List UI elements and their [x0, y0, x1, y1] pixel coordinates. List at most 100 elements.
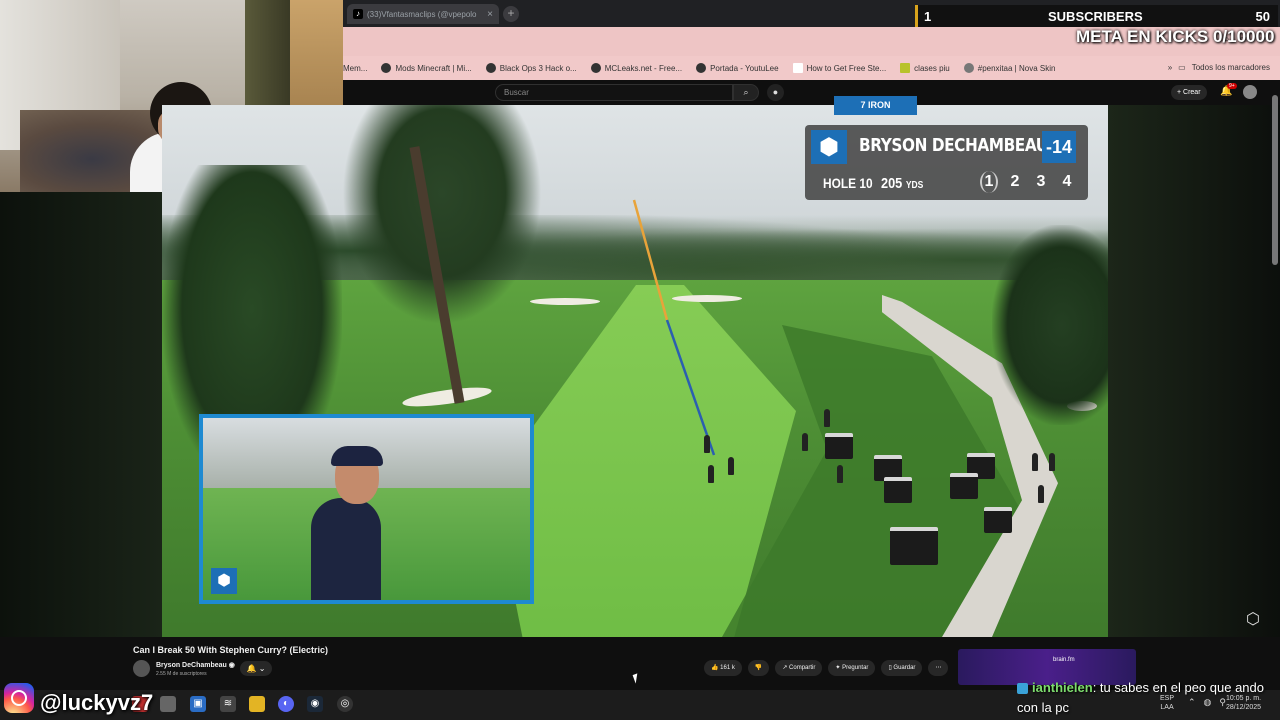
avatar[interactable] [1243, 85, 1257, 99]
discord-icon[interactable]: ◐ [278, 696, 294, 712]
more-button[interactable]: ⋯ [928, 660, 949, 676]
close-icon[interactable]: × [487, 9, 493, 20]
more-icon: ⋯ [935, 665, 942, 671]
dislike-button[interactable]: 👎 [747, 660, 770, 676]
golfer [824, 409, 830, 427]
player-inset-video: ⬢ [199, 414, 534, 604]
promo-label: brain.fm [1053, 657, 1075, 663]
bookmark-label: How to Get Free Ste... [806, 63, 887, 73]
microphone-button[interactable]: ● [767, 84, 784, 101]
golfer [728, 457, 734, 475]
golfer [704, 435, 710, 453]
subs-goal: 50 [1255, 8, 1270, 24]
golf-cart [984, 507, 1012, 533]
golfer [802, 433, 808, 451]
bookmark-item[interactable]: How to Get Free Ste... [792, 63, 887, 73]
instagram-icon [4, 683, 34, 713]
file-explorer-icon[interactable] [249, 696, 265, 712]
golf-cart [825, 433, 853, 459]
bookmark-icon [900, 63, 911, 73]
youtube-header: Buscar ⌕ ● + Crear 🔔 9+ [343, 80, 1280, 105]
bookmark-icon [485, 63, 496, 73]
hole-number: HOLE 10 [823, 175, 873, 191]
bookmark-item[interactable]: Mods Minecraft | Mi... [381, 63, 472, 73]
bookmark-label: Mem... [343, 63, 368, 73]
create-button[interactable]: + Crear [1171, 85, 1207, 100]
bookmark-item[interactable]: clases piu [900, 63, 950, 73]
video-actions: 👍 161 k 👎 ↗ Compartir ✦ Preguntar ▯ Guar… [704, 660, 949, 676]
page-right-background [1108, 105, 1280, 637]
bookmarks-folder[interactable]: » ▭ Todos los marcadores [1168, 63, 1270, 72]
bookmark-item[interactable]: Black Ops 3 Hack o... [485, 63, 577, 73]
subscription-bell-button[interactable]: 🔔 ⌄ [240, 661, 272, 676]
chrome-icon[interactable]: ◎ [337, 696, 353, 712]
yardage-value: 205 [881, 175, 903, 192]
share-label: Compartir [789, 665, 816, 671]
golf-cart [950, 473, 978, 499]
yardage-unit: YDS [905, 180, 924, 191]
player-score: -14 [1042, 131, 1076, 163]
thumbs-down-icon: 👎 [754, 665, 763, 671]
hole-yardage: 205 YDS [881, 175, 923, 192]
bookmark-icon: ▯ [888, 665, 892, 671]
app-icon[interactable] [160, 696, 176, 712]
bookmark-item[interactable]: Mem... [343, 64, 367, 73]
tab-title: (33)Vfantasmaclips (@vpepolo [367, 9, 477, 19]
share-icon: ↗ [782, 665, 788, 671]
shot-counter: 1 2 3 4 [980, 171, 1076, 193]
video-player[interactable]: ⬢ BRYSON DECHAMBEAU -14 HOLE 10 205 YDS … [162, 105, 1108, 637]
bookmark-label: clases piu [914, 63, 950, 73]
bookmark-item[interactable]: MCLeaks.net - Free... [590, 63, 682, 73]
golfer [1038, 485, 1044, 503]
social-handle: @luckyvz7 [40, 690, 154, 715]
shot-number: 3 [1036, 173, 1046, 190]
chat-message: ianthielen: tu sabes en el peo que ando … [1017, 678, 1279, 718]
search-icon: ⌕ [743, 87, 749, 97]
share-button[interactable]: ↗ Compartir [775, 660, 823, 676]
shot-number: 2 [1010, 173, 1020, 190]
store-icon[interactable]: ▣ [190, 696, 206, 712]
screen: ♪ (33)Vfantasmaclips (@vpepolo × + ⌕ ▭ ☆… [0, 0, 1280, 720]
search-button[interactable]: ⌕ [733, 84, 759, 101]
player-name: BRYSON DECHAMBEAU [859, 135, 1048, 156]
shot-number: 4 [1062, 173, 1072, 190]
channel-name[interactable]: Bryson DeChambeau ◉ [156, 661, 235, 669]
bookmark-icon [792, 63, 803, 73]
bookmark-item[interactable]: Portada - YoutuLee [696, 63, 779, 73]
kicks-goal-text: META EN KICKS 0/10000 [1076, 27, 1275, 46]
chat-username: ianthielen [1032, 680, 1093, 695]
channel-avatar[interactable] [133, 660, 150, 677]
chevron-right-icon[interactable]: » [1168, 63, 1172, 72]
new-tab-button[interactable]: + [503, 6, 519, 22]
like-button[interactable]: 👍 161 k [704, 660, 742, 676]
app-icon[interactable]: ≋ [220, 696, 236, 712]
folder-icon: ▭ [1178, 63, 1186, 72]
shot-tracer-apex [632, 199, 669, 321]
tiktok-icon: ♪ [353, 9, 363, 19]
browser-tab[interactable]: ♪ (33)Vfantasmaclips (@vpepolo × [347, 4, 499, 24]
club-badge: 7 IRON [834, 96, 917, 115]
subs-label: SUBSCRIBERS [1048, 8, 1143, 24]
shot-number: 1 [980, 171, 998, 193]
save-label: Guardar [893, 665, 916, 671]
save-button[interactable]: ▯ Guardar [881, 660, 923, 676]
channel-watermark-icon[interactable]: ⬡ [1246, 609, 1260, 629]
bookmark-item[interactable]: #penxitaa | Nova Skin [963, 63, 1056, 73]
golf-cart [884, 477, 912, 503]
page-scrollbar[interactable] [1272, 95, 1278, 265]
bookmarks-folder-label: Todos los marcadores [1191, 63, 1270, 72]
bell-icon: 🔔 [246, 664, 257, 673]
notification-badge: 9+ [1227, 83, 1237, 89]
golfer [708, 465, 714, 483]
ask-label: Preguntar [842, 665, 869, 671]
video-title: Can I Break 50 With Stephen Curry? (Elec… [133, 645, 328, 655]
ask-button[interactable]: ✦ Preguntar [828, 660, 876, 676]
golfer [1049, 453, 1055, 471]
bookmark-label: #penxitaa | Nova Skin [977, 63, 1056, 73]
search-input[interactable]: Buscar [495, 84, 733, 101]
inset-player-body [311, 498, 381, 600]
channel-subscribers: 2.55 M de suscriptores [156, 671, 207, 677]
bookmark-label: Mods Minecraft | Mi... [395, 63, 472, 73]
steam-icon[interactable]: ◉ [307, 696, 323, 712]
chevron-down-icon: ⌄ [258, 664, 266, 673]
